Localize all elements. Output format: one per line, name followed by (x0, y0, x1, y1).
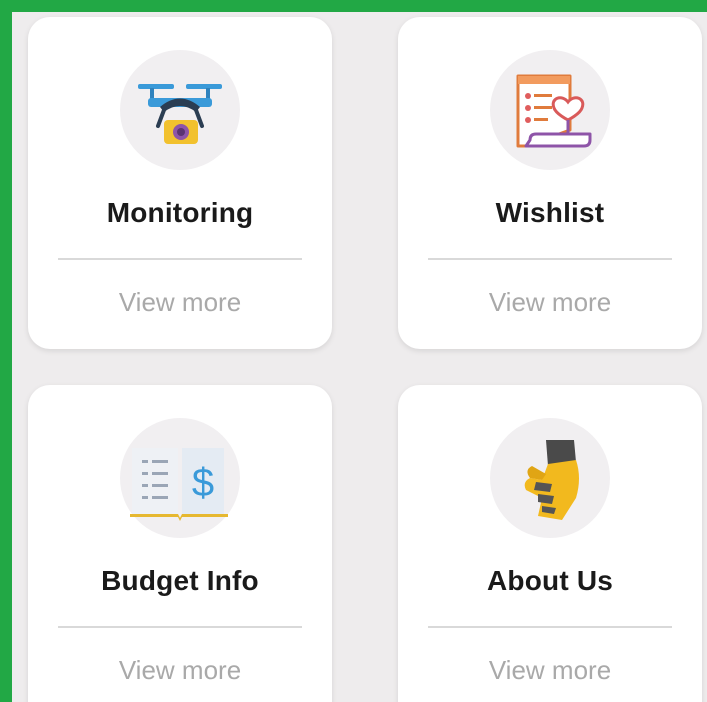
view-more-link[interactable]: View more (28, 655, 332, 686)
view-more-link[interactable]: View more (398, 655, 702, 686)
divider (428, 258, 672, 260)
card-title: Budget Info (101, 565, 259, 596)
view-more-link[interactable]: View more (28, 287, 332, 318)
card-title: Monitoring (106, 197, 254, 228)
svg-text:$: $ (192, 461, 214, 505)
budget-book-icon: $ (120, 418, 240, 538)
dashboard-grid: Monitoring View more Wishlist View more … (12, 12, 707, 702)
card-title: Wishlist (495, 197, 605, 228)
wishlist-heart-icon (490, 50, 610, 170)
wishlist-card[interactable]: Wishlist View more (398, 17, 702, 349)
divider (58, 258, 302, 260)
hand-icon (490, 418, 610, 538)
about-us-card[interactable]: About Us View more (398, 385, 702, 702)
drone-camera-icon (120, 50, 240, 170)
divider (58, 626, 302, 628)
divider (428, 626, 672, 628)
monitoring-card[interactable]: Monitoring View more (28, 17, 332, 349)
budget-info-card[interactable]: $ Budget Info View more (28, 385, 332, 702)
view-more-link[interactable]: View more (398, 287, 702, 318)
card-title: About Us (486, 565, 614, 596)
